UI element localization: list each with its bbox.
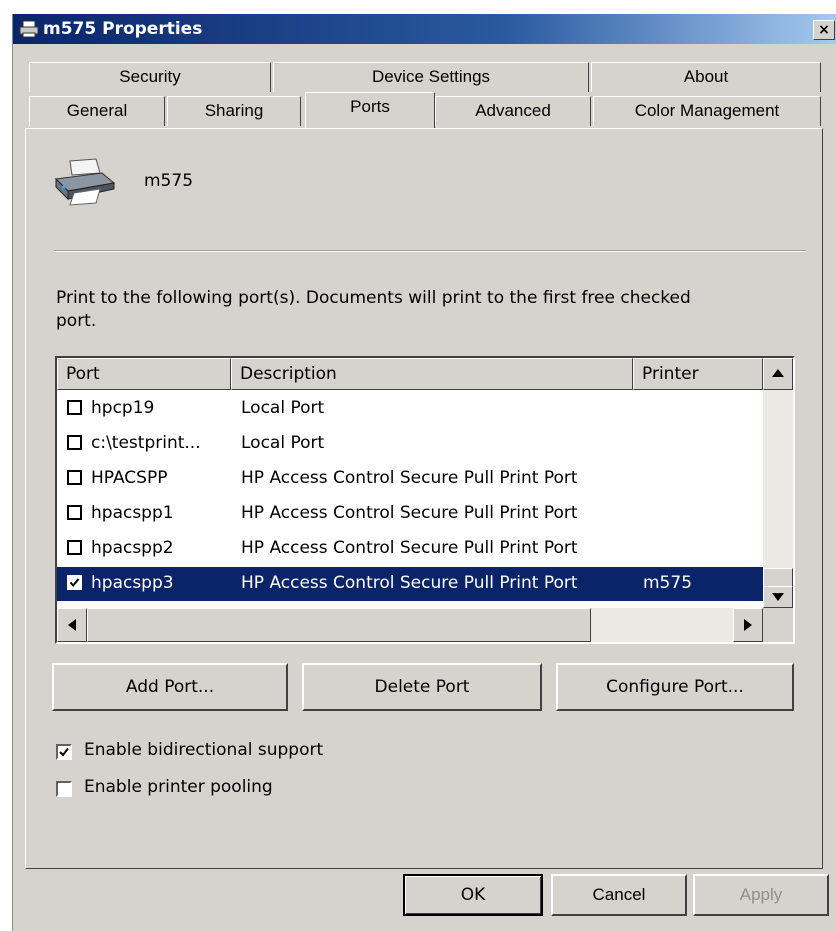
port-name: hpacspp1 <box>91 503 174 523</box>
bidirectional-label[interactable]: Enable bidirectional support <box>84 740 323 760</box>
properties-dialog: m575 Properties × Security Device Settin… <box>12 14 836 931</box>
ports-tab-panel: m575 Print to the following port(s). Doc… <box>25 128 823 869</box>
port-row[interactable]: hpacspp2 HP Access Control Secure Pull P… <box>57 532 763 566</box>
vertical-scrollbar[interactable] <box>763 358 793 608</box>
pooling-label[interactable]: Enable printer pooling <box>84 777 273 797</box>
tab-advanced[interactable]: Advanced <box>435 96 591 126</box>
scroll-corner <box>763 608 793 642</box>
add-port-button[interactable]: Add Port... <box>52 663 288 711</box>
horizontal-scrollbar[interactable] <box>57 608 763 642</box>
port-row[interactable]: hpcp19 Local Port <box>57 392 763 426</box>
tab-ports[interactable]: Ports <box>305 92 435 128</box>
port-name: c:\testprint... <box>91 433 201 453</box>
window-title: m575 Properties <box>43 19 203 39</box>
port-description: HP Access Control Secure Pull Print Port <box>241 573 578 593</box>
printer-icon <box>19 20 39 38</box>
printer-name: m575 <box>144 171 194 191</box>
port-row-selected[interactable]: hpacspp3 HP Access Control Secure Pull P… <box>57 567 763 601</box>
tab-color-management[interactable]: Color Management <box>593 96 821 126</box>
tab-security[interactable]: Security <box>29 62 271 92</box>
cancel-button[interactable]: Cancel <box>551 874 687 916</box>
close-button[interactable]: × <box>813 20 835 40</box>
port-name: hpcp19 <box>91 398 155 418</box>
tab-general[interactable]: General <box>29 96 165 126</box>
scroll-up-button[interactable] <box>763 358 793 390</box>
apply-button[interactable]: Apply <box>693 874 829 916</box>
port-checkbox[interactable] <box>67 435 82 450</box>
column-header-port[interactable]: Port <box>57 358 231 390</box>
configure-port-button[interactable]: Configure Port... <box>556 663 794 711</box>
scroll-down-button[interactable] <box>763 586 793 608</box>
port-description: HP Access Control Secure Pull Print Port <box>241 503 578 523</box>
port-name: HPACSPP <box>91 468 168 488</box>
scroll-right-button[interactable] <box>733 608 763 642</box>
port-description: Local Port <box>241 398 325 418</box>
port-name: hpacspp3 <box>91 573 174 593</box>
printer-icon <box>52 157 116 211</box>
scroll-thumb-horizontal[interactable] <box>87 608 591 642</box>
column-header-description[interactable]: Description <box>231 358 633 390</box>
scroll-left-button[interactable] <box>57 608 87 642</box>
port-checkbox[interactable] <box>67 470 82 485</box>
tab-device-settings[interactable]: Device Settings <box>273 62 589 92</box>
port-name: hpacspp2 <box>91 538 174 558</box>
port-row[interactable]: HPACSPP HP Access Control Secure Pull Pr… <box>57 462 763 496</box>
port-printer: m575 <box>643 573 693 593</box>
column-header-printer[interactable]: Printer <box>633 358 763 390</box>
port-checkbox[interactable] <box>67 505 82 520</box>
port-row[interactable]: hpacspp1 HP Access Control Secure Pull P… <box>57 497 763 531</box>
ok-button[interactable]: OK <box>403 874 543 916</box>
port-description: HP Access Control Secure Pull Print Port <box>241 538 578 558</box>
port-checkbox[interactable] <box>67 540 82 555</box>
tab-about[interactable]: About <box>591 62 821 92</box>
instructions-text: Print to the following port(s). Document… <box>56 288 691 331</box>
delete-port-button[interactable]: Delete Port <box>302 663 542 711</box>
pooling-checkbox[interactable] <box>56 781 72 797</box>
port-description: HP Access Control Secure Pull Print Port <box>241 468 578 488</box>
bidirectional-checkbox[interactable] <box>56 744 72 760</box>
port-checkbox-checked[interactable] <box>67 575 82 590</box>
port-checkbox[interactable] <box>67 400 82 415</box>
title-bar: m575 Properties × <box>13 14 836 44</box>
port-list[interactable]: Port Description Printer hpcp19 Local Po… <box>55 356 795 644</box>
tab-sharing[interactable]: Sharing <box>167 96 301 126</box>
port-description: Local Port <box>241 433 325 453</box>
port-row[interactable]: c:\testprint... Local Port <box>57 427 763 461</box>
divider <box>54 250 806 252</box>
